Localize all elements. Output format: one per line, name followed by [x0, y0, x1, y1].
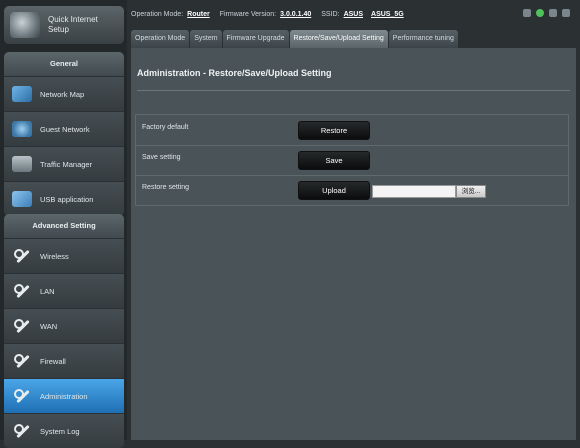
- title-divider: [137, 90, 570, 91]
- firmware-link[interactable]: 3.0.0.1.40: [280, 11, 311, 18]
- sidebar-item-label: System Log: [40, 426, 80, 436]
- tab-system[interactable]: System: [190, 30, 222, 48]
- ssid-link-2[interactable]: ASUS_5G: [371, 11, 404, 18]
- save-button[interactable]: Save: [298, 151, 370, 170]
- sidebar-item-guest-network[interactable]: Guest Network: [4, 111, 124, 146]
- sidebar-item-label: USB application: [40, 194, 94, 204]
- quick-setup-label-2: Setup: [48, 25, 69, 34]
- advanced-group: Advanced Setting Wireless LAN WAN Firewa…: [4, 214, 124, 448]
- wrench-icon: [12, 388, 32, 404]
- quick-setup-icon: [10, 12, 40, 38]
- tab-restore-save-upload[interactable]: Restore/Save/Upload Setting: [289, 30, 388, 48]
- op-mode-label: Operation Mode:: [131, 10, 184, 18]
- row-save-setting: Save setting Save: [136, 145, 568, 176]
- sidebar: Quick Internet Setup General Network Map…: [0, 0, 127, 448]
- sidebar-item-administration[interactable]: Administration: [4, 378, 124, 413]
- wrench-icon: [12, 318, 32, 334]
- network-map-icon: [12, 86, 32, 102]
- op-mode-link[interactable]: Router: [187, 11, 210, 18]
- wrench-icon: [12, 248, 32, 264]
- factory-default-label: Factory default: [142, 124, 189, 131]
- restore-setting-label: Restore setting: [142, 184, 190, 191]
- file-path-input[interactable]: [372, 185, 456, 198]
- network-status-icon: [536, 9, 544, 17]
- settings-panel: Factory default Restore Save setting Sav…: [135, 114, 569, 206]
- ssid-link-1[interactable]: ASUS: [344, 11, 363, 18]
- ssid-label: SSID:: [321, 10, 340, 18]
- row-factory-default: Factory default Restore: [136, 115, 568, 146]
- browse-button[interactable]: 浏览...: [456, 185, 486, 198]
- tab-bar: Operation Mode System Firmware Upgrade R…: [131, 30, 458, 48]
- save-setting-label: Save setting: [142, 154, 181, 161]
- sidebar-item-label: Network Map: [40, 89, 85, 99]
- sidebar-item-label: Wireless: [40, 251, 69, 261]
- tab-firmware-upgrade[interactable]: Firmware Upgrade: [222, 30, 289, 48]
- wrench-icon: [12, 423, 32, 439]
- tab-performance-tuning[interactable]: Performance tuning: [388, 30, 458, 48]
- usb-status-icon: [549, 9, 557, 17]
- sidebar-item-lan[interactable]: LAN: [4, 273, 124, 308]
- upload-button[interactable]: Upload: [298, 181, 370, 200]
- general-header: General: [4, 52, 124, 76]
- usb-icon: [12, 191, 32, 207]
- wrench-icon: [12, 283, 32, 299]
- sidebar-item-label: Firewall: [40, 356, 66, 366]
- sidebar-item-traffic-manager[interactable]: Traffic Manager: [4, 146, 124, 181]
- sidebar-item-label: WAN: [40, 321, 58, 331]
- general-group: General Network Map Guest Network Traffi…: [4, 52, 124, 216]
- row-restore-setting: Restore setting Upload 浏览...: [136, 175, 568, 205]
- sidebar-item-label: Guest Network: [40, 124, 90, 134]
- quick-setup-label-1: Quick Internet: [48, 15, 98, 24]
- sidebar-item-label: LAN: [40, 286, 55, 296]
- status-bar: Operation Mode: Router Firmware Version:…: [131, 6, 576, 22]
- traffic-manager-icon: [12, 156, 32, 172]
- status-icon-1: [523, 9, 531, 17]
- firmware-label: Firmware Version:: [219, 10, 277, 18]
- sidebar-item-wireless[interactable]: Wireless: [4, 238, 124, 273]
- restore-button[interactable]: Restore: [298, 121, 370, 140]
- advanced-header: Advanced Setting: [4, 214, 124, 238]
- sidebar-item-label: Traffic Manager: [40, 159, 93, 169]
- quick-internet-setup-button[interactable]: Quick Internet Setup: [4, 6, 124, 44]
- tab-operation-mode[interactable]: Operation Mode: [131, 30, 190, 48]
- sidebar-item-wan[interactable]: WAN: [4, 308, 124, 343]
- status-icon-4: [562, 9, 570, 17]
- sidebar-item-label: Administration: [40, 391, 88, 401]
- wrench-icon: [12, 353, 32, 369]
- sidebar-item-usb-application[interactable]: USB application: [4, 181, 124, 216]
- guest-network-icon: [12, 121, 32, 137]
- sidebar-item-system-log[interactable]: System Log: [4, 413, 124, 448]
- sidebar-item-firewall[interactable]: Firewall: [4, 343, 124, 378]
- main-content: Administration - Restore/Save/Upload Set…: [131, 48, 576, 440]
- sidebar-item-network-map[interactable]: Network Map: [4, 76, 124, 111]
- page-title: Administration - Restore/Save/Upload Set…: [137, 68, 332, 78]
